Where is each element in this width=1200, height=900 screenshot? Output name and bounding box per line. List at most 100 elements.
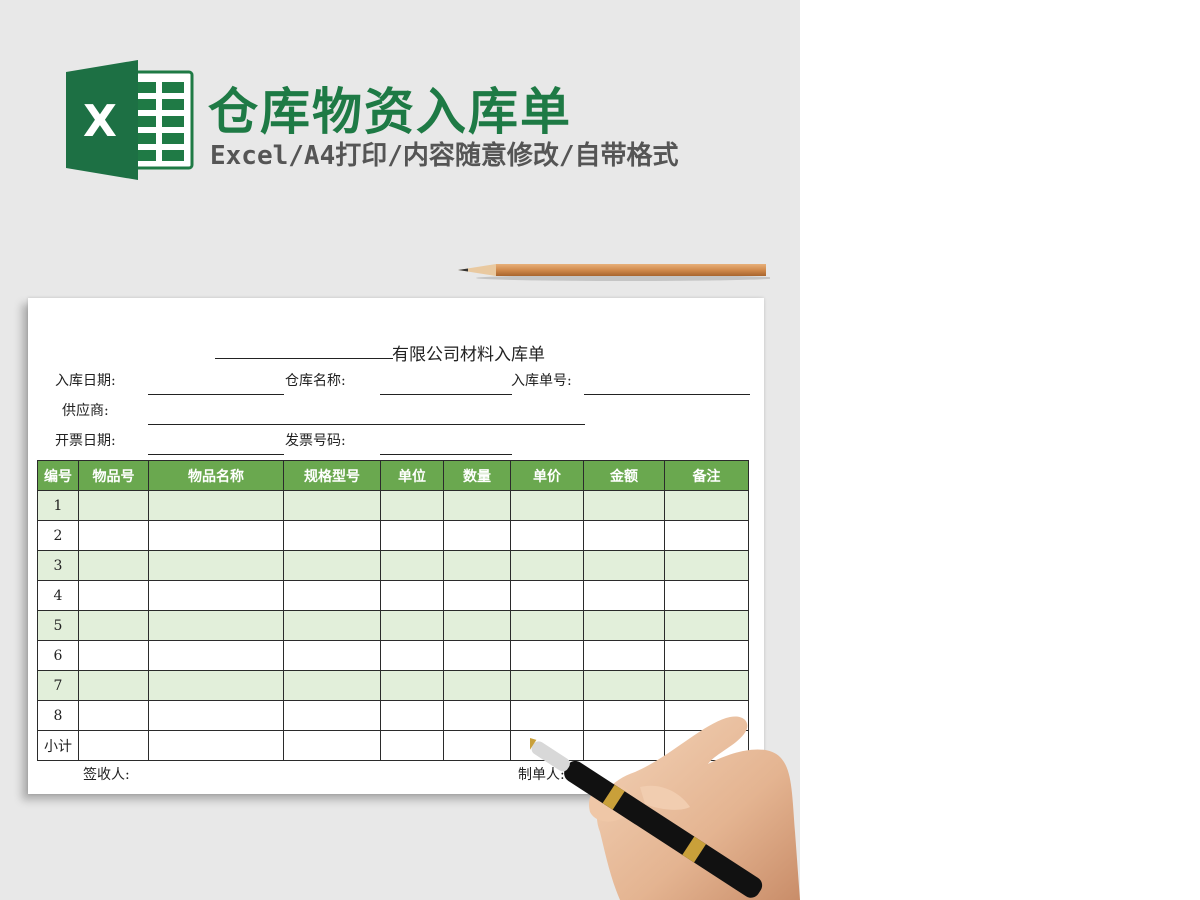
table-cell[interactable]: [78, 580, 149, 611]
invoice-date-label: 开票日期:: [55, 433, 116, 449]
table-cell[interactable]: [664, 610, 749, 641]
table-cell[interactable]: [78, 640, 149, 671]
table-cell[interactable]: [380, 730, 444, 761]
document-title: 有限公司材料入库单: [392, 345, 545, 365]
table-cell[interactable]: [664, 580, 749, 611]
receiver-label: 签收人:: [83, 767, 130, 783]
table-cell[interactable]: [510, 520, 584, 551]
table-cell[interactable]: [664, 550, 749, 581]
table-cell[interactable]: [380, 550, 444, 581]
invoice-no-line[interactable]: [380, 454, 512, 455]
table-cell[interactable]: [283, 640, 381, 671]
table-cell[interactable]: [148, 700, 284, 731]
table-cell[interactable]: [380, 670, 444, 701]
table-cell[interactable]: [78, 670, 149, 701]
table-cell[interactable]: [583, 640, 665, 671]
row-number-cell: 小计: [37, 730, 79, 761]
table-cell[interactable]: [148, 640, 284, 671]
table-cell[interactable]: [380, 580, 444, 611]
company-name-line[interactable]: [215, 358, 393, 359]
table-cell[interactable]: [283, 670, 381, 701]
pencil-icon: [458, 264, 770, 281]
column-header: 编号: [37, 460, 79, 491]
hand-with-pen-image: [530, 716, 800, 900]
page-title: 仓库物资入库单: [208, 83, 572, 141]
table-cell[interactable]: [148, 730, 284, 761]
table-cell[interactable]: [148, 520, 284, 551]
table-cell[interactable]: [380, 700, 444, 731]
column-header: 物品号: [78, 460, 149, 491]
row-number-cell: 4: [37, 580, 79, 611]
invoice-date-line[interactable]: [148, 454, 284, 455]
in-date-label: 入库日期:: [55, 373, 116, 389]
table-cell[interactable]: [78, 550, 149, 581]
table-cell[interactable]: [283, 580, 381, 611]
table-cell[interactable]: [443, 700, 511, 731]
table-cell[interactable]: [443, 580, 511, 611]
table-cell[interactable]: [443, 640, 511, 671]
table-cell[interactable]: [283, 550, 381, 581]
table-cell[interactable]: [380, 520, 444, 551]
table-row: 2: [37, 520, 749, 551]
logo-letter: X: [83, 96, 117, 147]
table-cell[interactable]: [78, 730, 149, 761]
table-cell[interactable]: [510, 580, 584, 611]
invoice-no-label: 发票号码:: [285, 433, 346, 449]
table-cell[interactable]: [78, 700, 149, 731]
warehouse-line[interactable]: [380, 394, 512, 395]
table-cell[interactable]: [148, 670, 284, 701]
table-cell[interactable]: [443, 490, 511, 521]
table-cell[interactable]: [510, 610, 584, 641]
table-cell[interactable]: [148, 490, 284, 521]
table-cell[interactable]: [583, 580, 665, 611]
warehouse-label: 仓库名称:: [285, 373, 346, 389]
table-cell[interactable]: [148, 580, 284, 611]
table-row: 3: [37, 550, 749, 581]
table-cell[interactable]: [443, 670, 511, 701]
table-cell[interactable]: [148, 550, 284, 581]
table-cell[interactable]: [283, 520, 381, 551]
page-subtitle: Excel/A4打印/内容随意修改/自带格式: [210, 141, 679, 171]
table-cell[interactable]: [283, 610, 381, 641]
table-cell[interactable]: [664, 640, 749, 671]
table-cell[interactable]: [283, 730, 381, 761]
table-cell[interactable]: [443, 520, 511, 551]
table-cell[interactable]: [583, 670, 665, 701]
table-cell[interactable]: [78, 520, 149, 551]
table-cell[interactable]: [510, 490, 584, 521]
table-cell[interactable]: [78, 490, 149, 521]
row-number-cell: 7: [37, 670, 79, 701]
table-cell[interactable]: [510, 640, 584, 671]
table-cell[interactable]: [78, 610, 149, 641]
table-cell[interactable]: [510, 550, 584, 581]
table-cell[interactable]: [664, 670, 749, 701]
table-cell[interactable]: [664, 490, 749, 521]
column-header: 备注: [664, 460, 749, 491]
table-cell[interactable]: [148, 610, 284, 641]
table-cell[interactable]: [443, 550, 511, 581]
column-header: 规格型号: [283, 460, 381, 491]
table-cell[interactable]: [583, 610, 665, 641]
table-cell[interactable]: [283, 490, 381, 521]
table-cell[interactable]: [443, 610, 511, 641]
table-cell[interactable]: [380, 490, 444, 521]
row-number-cell: 8: [37, 700, 79, 731]
table-row: 7: [37, 670, 749, 701]
excel-logo-icon: X: [66, 60, 194, 180]
table-cell[interactable]: [664, 520, 749, 551]
table-cell[interactable]: [583, 490, 665, 521]
table-cell[interactable]: [380, 640, 444, 671]
table-cell[interactable]: [443, 730, 511, 761]
column-header: 数量: [443, 460, 511, 491]
table-cell[interactable]: [380, 610, 444, 641]
column-header: 物品名称: [148, 460, 284, 491]
table-cell[interactable]: [510, 670, 584, 701]
table-cell[interactable]: [283, 700, 381, 731]
in-date-line[interactable]: [148, 394, 284, 395]
table-cell[interactable]: [583, 550, 665, 581]
in-no-label: 入库单号:: [511, 373, 572, 389]
table-row: 1: [37, 490, 749, 521]
in-no-line[interactable]: [584, 394, 750, 395]
table-cell[interactable]: [583, 520, 665, 551]
supplier-line[interactable]: [148, 424, 585, 425]
